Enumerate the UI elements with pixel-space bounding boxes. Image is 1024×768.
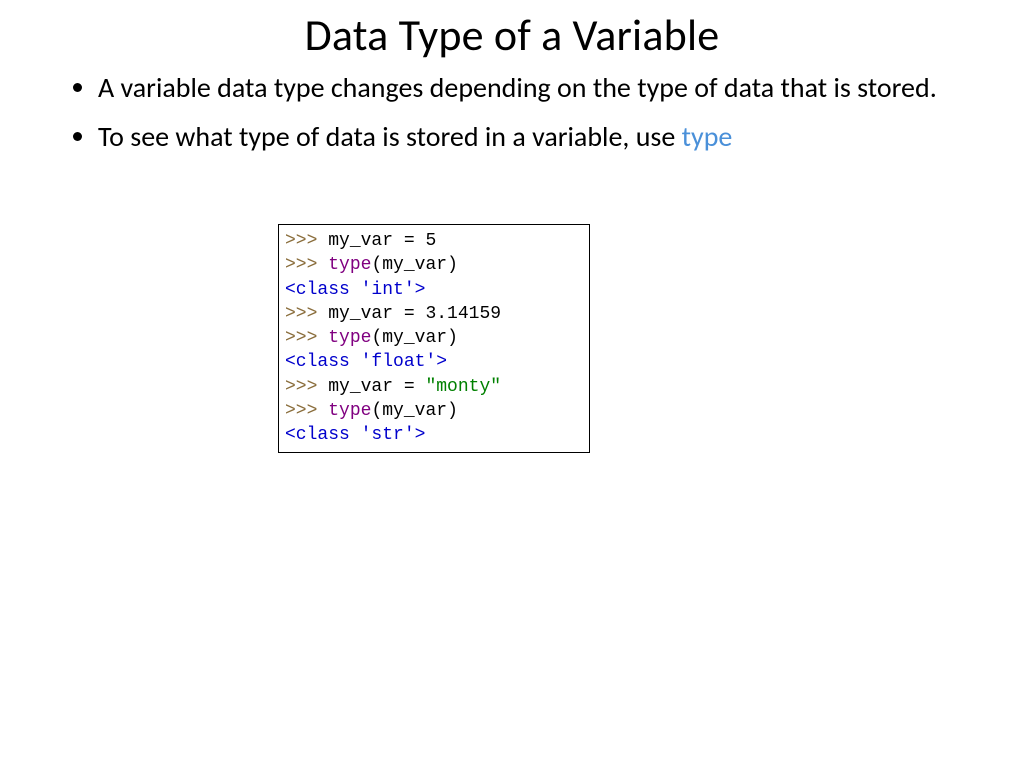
- code-text: ): [447, 328, 458, 348]
- code-line: >>> type(my_var): [285, 253, 583, 277]
- code-text: =: [393, 304, 425, 324]
- code-text: (: [371, 328, 382, 348]
- code-text: type: [328, 328, 371, 348]
- slide: Data Type of a Variable A variable data …: [0, 0, 1024, 768]
- code-output: <class 'int'>: [285, 280, 425, 300]
- repl-prompt: >>>: [285, 401, 328, 421]
- code-line: >>> my_var = "monty": [285, 375, 583, 399]
- code-text: ): [447, 255, 458, 275]
- bullet-text: To see what type of data is stored in a …: [98, 119, 682, 154]
- code-text: my_var: [328, 377, 393, 397]
- bullet-item: A variable data type changes depending o…: [98, 70, 974, 105]
- code-block: >>> my_var = 5 >>> type(my_var) <class '…: [278, 224, 590, 453]
- repl-prompt: >>>: [285, 328, 328, 348]
- code-text: my_var: [382, 328, 447, 348]
- code-text: my_var: [328, 304, 393, 324]
- code-line: >>> my_var = 3.14159: [285, 302, 583, 326]
- code-text: (: [371, 401, 382, 421]
- code-text: my_var: [328, 231, 393, 251]
- code-text: my_var: [382, 401, 447, 421]
- code-line: <class 'str'>: [285, 423, 583, 447]
- repl-prompt: >>>: [285, 304, 328, 324]
- code-text: =: [393, 377, 425, 397]
- code-line: >>> type(my_var): [285, 326, 583, 350]
- bullet-text: A variable data type changes depending o…: [98, 70, 937, 105]
- bullet-list: A variable data type changes depending o…: [50, 70, 974, 154]
- repl-prompt: >>>: [285, 255, 328, 275]
- bullet-item: To see what type of data is stored in a …: [98, 119, 974, 154]
- code-text: "monty": [425, 377, 501, 397]
- repl-prompt: >>>: [285, 377, 328, 397]
- code-line: >>> my_var = 5: [285, 229, 583, 253]
- code-text: 3.14159: [425, 304, 501, 324]
- code-text: =: [393, 231, 425, 251]
- code-output: <class 'str'>: [285, 425, 425, 445]
- code-text: (: [371, 255, 382, 275]
- code-line: <class 'int'>: [285, 278, 583, 302]
- code-text: ): [447, 401, 458, 421]
- code-text: type: [328, 255, 371, 275]
- repl-prompt: >>>: [285, 231, 328, 251]
- code-text: my_var: [382, 255, 447, 275]
- slide-title: Data Type of a Variable: [50, 8, 974, 62]
- code-output: <class 'float'>: [285, 352, 447, 372]
- keyword-type: type: [682, 119, 733, 154]
- code-text: 5: [425, 231, 436, 251]
- code-line: >>> type(my_var): [285, 399, 583, 423]
- code-text: type: [328, 401, 371, 421]
- code-line: <class 'float'>: [285, 350, 583, 374]
